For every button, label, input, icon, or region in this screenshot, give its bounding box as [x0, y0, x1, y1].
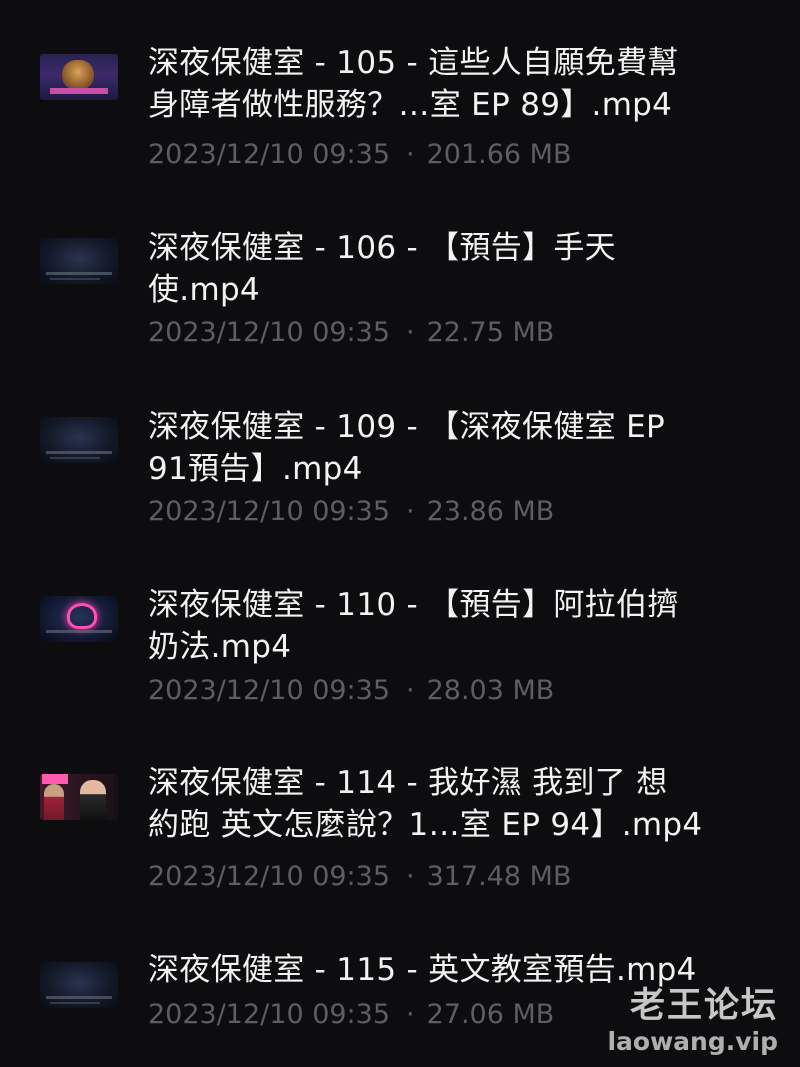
file-list-item[interactable]: 深夜保健室 - 105 - 這些人自願免費幫 身障者做性服務？…室 EP 89】… [0, 0, 800, 190]
file-date: 2023/12/10 09:35 [148, 317, 391, 348]
file-name: 深夜保健室 - 105 - 這些人自願免費幫 身障者做性服務？…室 EP 89】… [148, 45, 679, 123]
video-thumbnail-icon [40, 417, 118, 463]
video-thumbnail-icon [40, 54, 118, 100]
video-thumbnail-icon [40, 774, 118, 820]
watermark-url: laowang.vip [607, 1027, 778, 1056]
file-meta: 2023/12/10 09:35 · 22.75 MB [148, 316, 748, 350]
watermark: 老王论坛 laowang.vip [598, 985, 778, 1057]
file-size: 28.03 MB [426, 675, 555, 706]
file-date: 2023/12/10 09:35 [148, 861, 391, 892]
file-meta: 2023/12/10 09:35 · 28.03 MB [148, 674, 748, 708]
video-thumbnail-icon [40, 596, 118, 642]
separator-dot: · [406, 317, 415, 348]
file-size: 23.86 MB [426, 496, 555, 527]
file-date: 2023/12/10 09:35 [148, 496, 391, 527]
file-list: 深夜保健室 - 105 - 這些人自願免費幫 身障者做性服務？…室 EP 89】… [0, 0, 800, 1067]
separator-dot: · [406, 999, 415, 1030]
file-list-item[interactable]: 深夜保健室 - 109 - 【深夜保健室 EP 91預告】.mp4 2023/1… [0, 380, 800, 550]
file-meta: 2023/12/10 09:35 · 23.86 MB [148, 495, 748, 529]
file-date: 2023/12/10 09:35 [148, 139, 391, 170]
file-date: 2023/12/10 09:35 [148, 675, 391, 706]
file-size: 22.75 MB [426, 317, 555, 348]
file-date: 2023/12/10 09:35 [148, 999, 391, 1030]
video-thumbnail-icon [40, 962, 118, 1008]
file-size: 317.48 MB [426, 861, 572, 892]
file-size: 27.06 MB [426, 999, 555, 1030]
file-list-item[interactable]: 深夜保健室 - 114 - 我好濕 我到了 想 約跑 英文怎麼說？1…室 EP … [0, 740, 800, 910]
file-meta: 2023/12/10 09:35 · 317.48 MB [148, 860, 748, 894]
separator-dot: · [406, 675, 415, 706]
file-meta: 2023/12/10 09:35 · 201.66 MB [148, 138, 748, 172]
file-list-item[interactable]: 深夜保健室 - 110 - 【預告】阿拉伯擠 奶法.mp4 2023/12/10… [0, 560, 800, 730]
video-thumbnail-icon [40, 238, 118, 284]
separator-dot: · [406, 861, 415, 892]
file-size: 201.66 MB [426, 139, 572, 170]
file-name: 深夜保健室 - 109 - 【深夜保健室 EP 91預告】.mp4 [148, 409, 665, 487]
file-name: 深夜保健室 - 106 - 【預告】手天 使.mp4 [148, 230, 616, 308]
file-name: 深夜保健室 - 110 - 【預告】阿拉伯擠 奶法.mp4 [148, 587, 679, 665]
separator-dot: · [406, 139, 415, 170]
watermark-logo-text: 老王论坛 [629, 986, 778, 1026]
separator-dot: · [406, 496, 415, 527]
file-name: 深夜保健室 - 114 - 我好濕 我到了 想 約跑 英文怎麼說？1…室 EP … [148, 765, 703, 843]
file-list-item[interactable]: 深夜保健室 - 106 - 【預告】手天 使.mp4 2023/12/10 09… [0, 200, 800, 370]
